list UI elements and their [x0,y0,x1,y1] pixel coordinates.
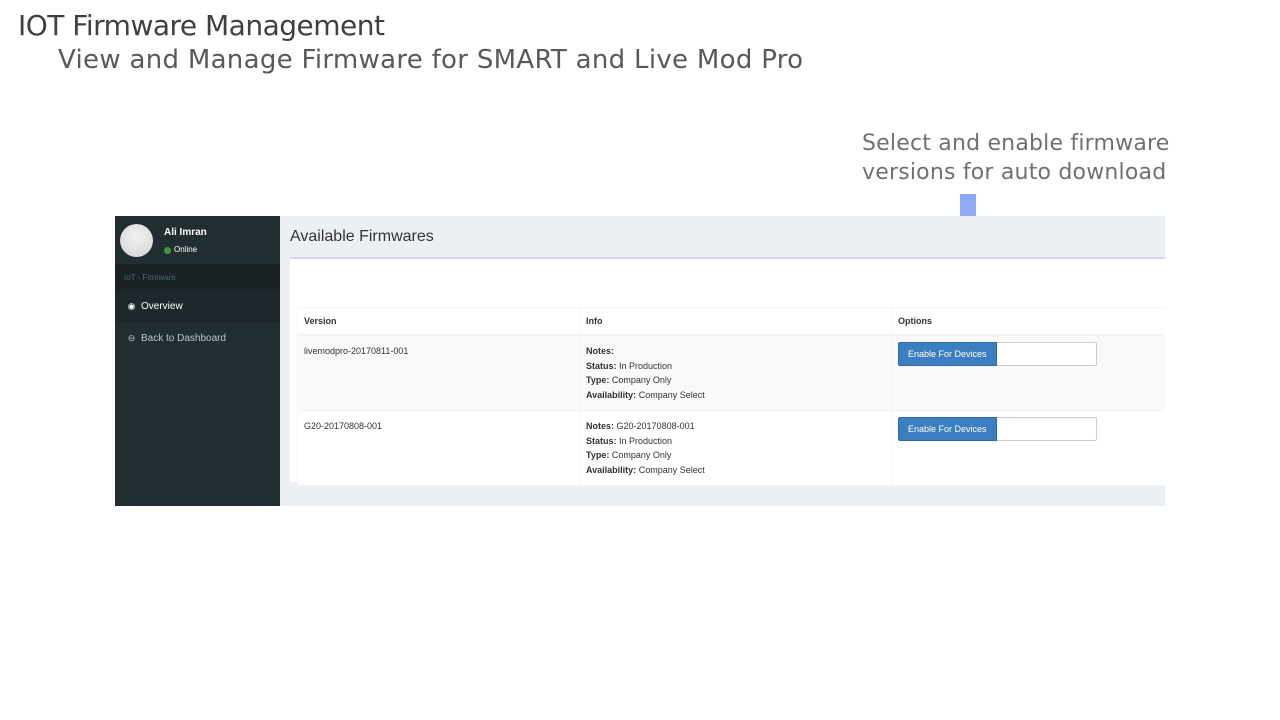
availability-value: Company Select [638,464,705,475]
firmware-box: Version Info Options livemodpro-20170811… [290,257,1165,486]
callout-text: Select and enable firmware versions for … [862,131,1170,185]
devices-input[interactable] [996,417,1097,441]
table-row: G20-20170808-001 Notes: G20-20170808-001… [297,410,1165,486]
sidebar-item-overview[interactable]: ◉ Overview [115,291,280,322]
eye-icon: ◉ [127,301,136,311]
availability-value: Company Select [638,389,705,400]
sidebar: Ali Imran Online IoT - Firmware ◉ Overvie… [115,216,280,506]
devices-input[interactable] [996,342,1097,366]
app-screenshot: Ali Imran Online IoT - Firmware ◉ Overvie… [115,216,1165,506]
online-status-icon [164,247,171,254]
cell-version: G20-20170808-001 [297,410,580,486]
user-panel: Ali Imran Online [115,216,280,264]
cell-info: Notes: G20-20170808-001 Status: In Produ… [579,410,892,486]
table-row: livemodpro-20170811-001 Notes: Status: I… [297,334,1165,411]
type-value: Company Only [611,450,672,460]
cell-version: livemodpro-20170811-001 [297,334,580,411]
notes-value: G20-20170808-001 [616,421,695,431]
circle-arrow-left-icon: ⊖ [127,333,136,343]
slide-subtitle: View and Manage Firmware for SMART and L… [58,45,804,75]
notes-label: Notes: [586,346,615,356]
avatar[interactable] [120,224,153,257]
cell-info: Notes: Status: In Production Type: Compa… [579,334,892,411]
enable-for-devices-button[interactable]: Enable For Devices [898,342,997,366]
firmware-table: Version Info Options livemodpro-20170811… [297,307,1165,486]
type-label: Type: [586,450,610,460]
page-title: Available Firmwares [290,228,434,245]
type-value: Company Only [611,375,672,385]
availability-label: Availability: [586,389,637,400]
table-header-row: Version Info Options [297,307,1165,336]
sidebar-item-label: Back to Dashboard [141,333,227,344]
enable-group: Enable For Devices [898,342,1097,366]
enable-for-devices-button[interactable]: Enable For Devices [898,417,997,441]
availability-label: Availability: [586,464,637,475]
cell-options: Enable For Devices [891,334,1165,411]
slide-title: IOT Firmware Management [18,9,385,42]
notes-label: Notes: [586,421,615,431]
column-header-version: Version [297,307,580,336]
enable-group: Enable For Devices [898,417,1097,441]
column-header-options: Options [891,307,1165,336]
status-value: In Production [619,435,673,446]
status-label: Status: [586,360,617,371]
main-content: Available Firmwares Version Info Options… [280,216,1165,506]
cell-options: Enable For Devices [891,410,1165,486]
type-label: Type: [586,375,610,385]
column-header-info: Info [579,307,892,336]
status-value: In Production [619,360,673,371]
menu-header: IoT - Firmware [115,264,280,291]
sidebar-item-label: Overview [141,301,183,312]
status-label: Status: [586,435,617,446]
user-name: Ali Imran [164,227,207,238]
slide: IOT Firmware Management View and Manage … [0,0,1280,720]
sidebar-item-back-to-dashboard[interactable]: ⊖ Back to Dashboard [115,323,280,354]
user-status: Online [174,245,198,254]
